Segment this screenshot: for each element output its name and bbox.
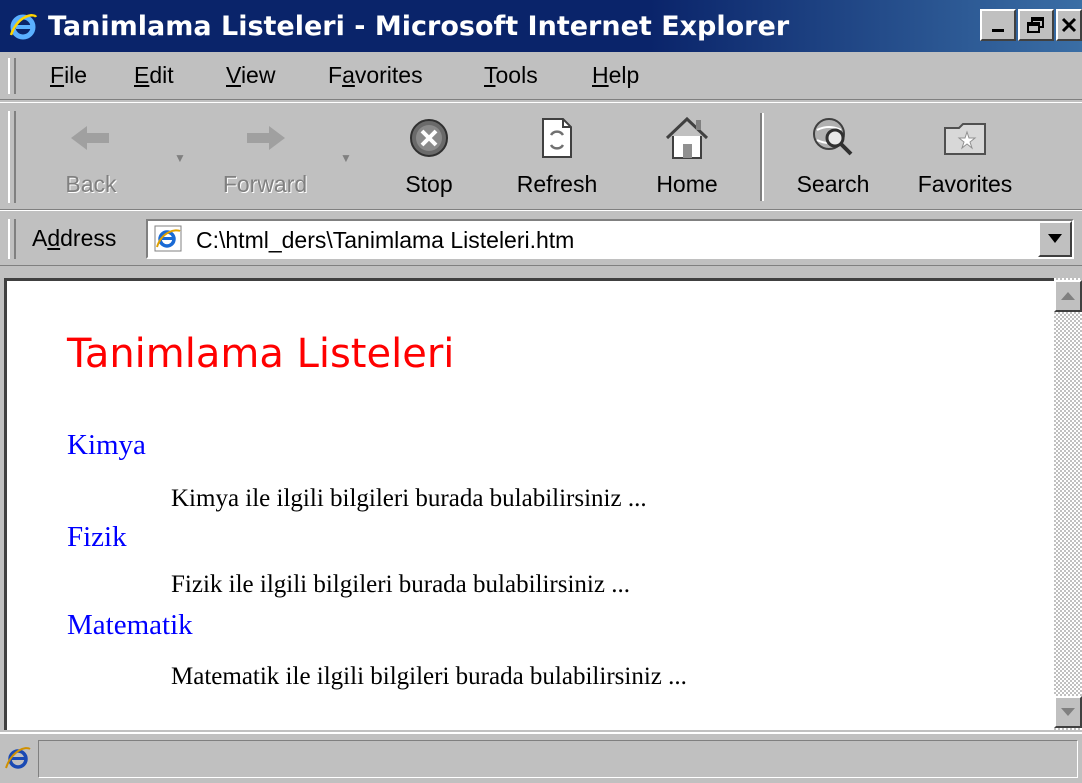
page-content: Tanimlama Listeleri Kimya Kimya ile ilgi…: [4, 278, 1054, 730]
menu-help[interactable]: Help: [592, 62, 639, 89]
refresh-button[interactable]: Refresh: [502, 109, 612, 205]
address-bar: Address C:\html_ders\Tanimlama Listeleri…: [0, 210, 1082, 266]
ie-window: Tanimlama Listeleri - Microsoft Internet…: [0, 0, 1082, 783]
ie-page-icon: [154, 225, 184, 253]
status-bar: [0, 732, 1082, 783]
title-bar[interactable]: Tanimlama Listeleri - Microsoft Internet…: [0, 0, 1082, 52]
left-arrow-icon: [66, 113, 116, 163]
minimize-button[interactable]: [980, 9, 1016, 41]
chevron-down-icon: [1048, 234, 1062, 243]
menu-favorites[interactable]: Favorites: [328, 62, 423, 89]
standard-toolbar: Back ▼ Forward ▼ Stop Refresh Home Searc…: [0, 102, 1082, 210]
refresh-icon: [532, 113, 582, 163]
forward-dropdown-chevron-icon[interactable]: ▼: [340, 151, 352, 165]
stop-icon: [404, 113, 454, 163]
ie-status-icon: [4, 744, 34, 774]
scroll-down-button[interactable]: [1054, 696, 1082, 728]
restore-button[interactable]: [1018, 9, 1054, 41]
search-button[interactable]: Search: [778, 109, 888, 205]
address-dropdown-button[interactable]: [1038, 221, 1072, 257]
chevron-up-icon: [1061, 292, 1075, 300]
definition-term-kimya: Kimya: [67, 429, 146, 461]
menu-bar: File Edit View Favorites Tools Help: [0, 54, 1082, 100]
toolbar-separator: [760, 113, 764, 201]
address-label: Address: [32, 225, 117, 251]
favorites-button[interactable]: Favorites: [910, 109, 1020, 205]
toolbar-grip[interactable]: [8, 111, 16, 203]
back-dropdown-chevron-icon[interactable]: ▼: [174, 151, 186, 165]
address-input[interactable]: C:\html_ders\Tanimlama Listeleri.htm: [146, 219, 1074, 259]
definition-desc-fizik: Fizik ile ilgili bilgileri burada bulabi…: [171, 571, 630, 598]
definition-term-matematik: Matematik: [67, 609, 193, 641]
favorites-folder-icon: [940, 113, 990, 163]
search-globe-icon: [808, 113, 858, 163]
scroll-up-button[interactable]: [1054, 280, 1082, 312]
home-icon: [662, 113, 712, 163]
window-title: Tanimlama Listeleri - Microsoft Internet…: [48, 10, 790, 42]
close-icon: [1061, 17, 1077, 33]
menu-tools[interactable]: Tools: [484, 62, 538, 89]
address-url: C:\html_ders\Tanimlama Listeleri.htm: [196, 227, 575, 253]
right-arrow-icon: [240, 113, 290, 163]
menu-bar-grip[interactable]: [8, 58, 16, 94]
home-button[interactable]: Home: [632, 109, 742, 205]
definition-desc-kimya: Kimya ile ilgili bilgileri burada bulabi…: [171, 485, 647, 512]
ie-logo-icon: [6, 9, 40, 43]
restore-icon: [1027, 17, 1044, 33]
back-button[interactable]: Back: [36, 109, 146, 205]
vertical-scrollbar[interactable]: [1054, 278, 1082, 730]
menu-edit[interactable]: Edit: [134, 62, 174, 89]
page-heading: Tanimlama Listeleri: [67, 331, 455, 377]
chevron-down-icon: [1061, 708, 1075, 716]
menu-view[interactable]: View: [226, 62, 275, 89]
menu-file[interactable]: File: [50, 62, 87, 89]
close-button[interactable]: [1056, 9, 1082, 41]
forward-button[interactable]: Forward: [210, 109, 320, 205]
definition-desc-matematik: Matematik ile ilgili bilgileri burada bu…: [171, 663, 687, 690]
stop-button[interactable]: Stop: [374, 109, 484, 205]
definition-term-fizik: Fizik: [67, 521, 127, 553]
minimize-icon: [992, 29, 1004, 32]
status-text-panel: [38, 740, 1078, 778]
address-bar-grip[interactable]: [8, 219, 16, 259]
